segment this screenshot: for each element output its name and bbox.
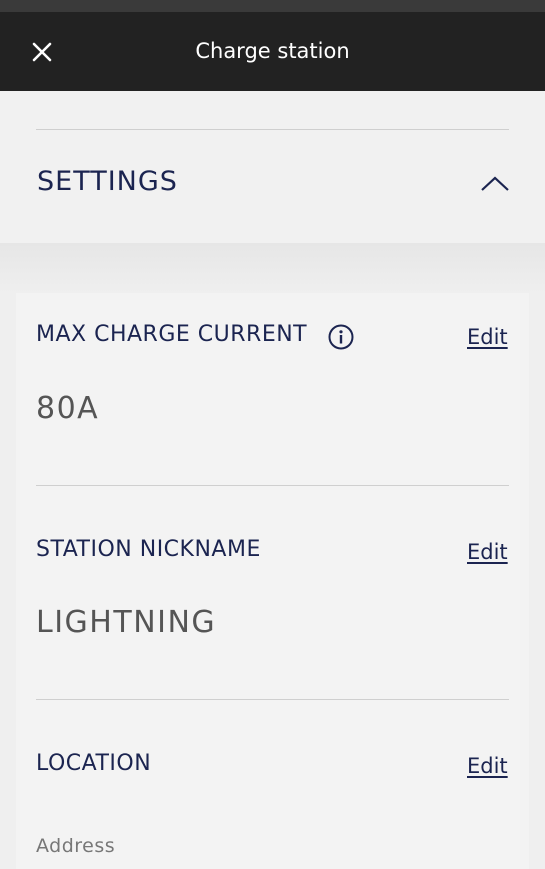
max-charge-current-value: 80A	[36, 391, 100, 426]
chevron-up-icon	[481, 176, 509, 191]
status-bar	[0, 0, 545, 12]
settings-section: SETTINGS	[0, 91, 545, 243]
location-label: LOCATION	[36, 751, 152, 776]
settings-card	[16, 293, 529, 869]
address-label: Address	[36, 835, 116, 857]
divider	[36, 485, 509, 486]
edit-location-button[interactable]: Edit	[467, 754, 508, 778]
divider	[36, 699, 509, 700]
page-title: Charge station	[195, 39, 350, 63]
station-nickname-label: STATION NICKNAME	[36, 537, 261, 562]
info-icon[interactable]	[327, 323, 355, 351]
edit-station-nickname-button[interactable]: Edit	[467, 540, 508, 564]
edit-max-charge-current-button[interactable]: Edit	[467, 325, 508, 349]
station-nickname-value: LIGHTNING	[36, 605, 217, 640]
settings-accordion-header[interactable]: SETTINGS	[0, 130, 545, 240]
max-charge-current-label: MAX CHARGE CURRENT	[36, 322, 308, 347]
top-app-bar: Charge station	[0, 12, 545, 91]
settings-title: SETTINGS	[37, 166, 178, 197]
section-shadow	[0, 243, 545, 293]
